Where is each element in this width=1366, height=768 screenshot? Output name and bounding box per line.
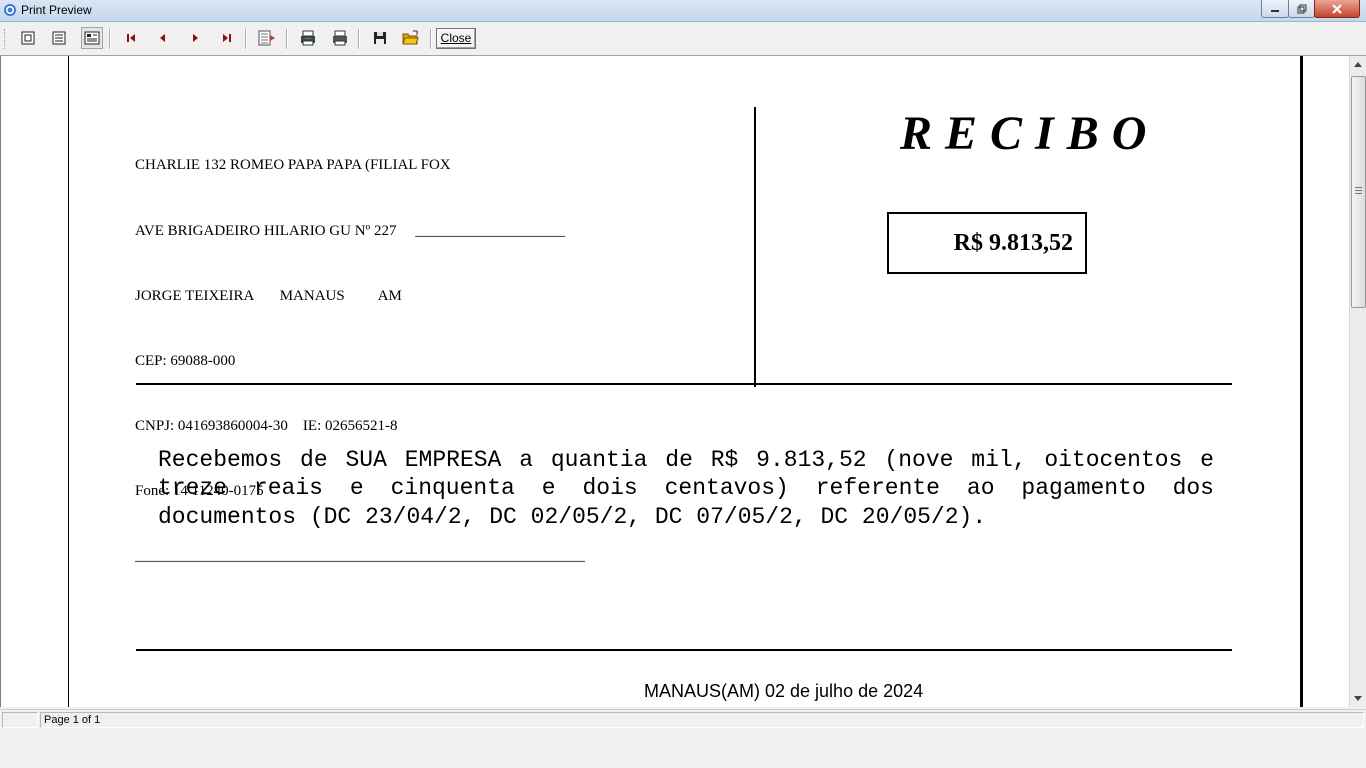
floppy-disk-icon <box>374 32 386 44</box>
open-folder-icon <box>402 30 419 45</box>
vertical-scrollbar[interactable] <box>1349 56 1366 707</box>
print-preview-app-icon <box>3 3 17 17</box>
first-page-icon <box>127 34 135 42</box>
scroll-up-button[interactable] <box>1350 56 1366 73</box>
company-cnpj-ie: CNPJ: 041693860004-30 IE: 02656521-8 <box>135 417 398 434</box>
previous-page-icon <box>160 34 165 42</box>
page-width-view-button[interactable] <box>48 27 70 49</box>
page-margin-left <box>1 56 69 707</box>
close-button[interactable]: Close <box>436 28 476 49</box>
title-bar: Print Preview <box>0 0 1366 22</box>
page-width-icon <box>52 31 66 45</box>
next-page-icon <box>193 34 198 42</box>
company-underline: ________________________________________… <box>135 547 585 564</box>
print-setup-button[interactable] <box>297 27 319 49</box>
printer-setup-icon <box>301 30 315 46</box>
save-button[interactable] <box>369 27 391 49</box>
first-page-button[interactable] <box>120 27 142 49</box>
close-window-button[interactable] <box>1314 0 1360 18</box>
body-divider-horizontal <box>136 649 1232 651</box>
last-page-button[interactable] <box>216 27 238 49</box>
goto-page-icon <box>258 30 275 46</box>
open-button[interactable] <box>400 27 422 49</box>
minimize-button[interactable] <box>1261 0 1289 18</box>
toolbar-grip[interactable] <box>4 29 7 49</box>
multi-page-icon <box>84 31 100 45</box>
minimize-icon <box>1271 9 1279 12</box>
restore-button[interactable] <box>1288 0 1315 18</box>
header-divider-horizontal <box>136 383 1232 385</box>
window-title: Print Preview <box>21 3 92 17</box>
next-page-button[interactable] <box>184 27 206 49</box>
status-bar: Page 1 of 1 <box>0 709 1366 730</box>
previous-page-button[interactable] <box>152 27 174 49</box>
company-name: CHARLIE 132 ROMEO PAPA PAPA (FILIAL FOX <box>135 157 451 174</box>
toolbar <box>0 22 1366 56</box>
scroll-down-icon <box>1354 696 1362 701</box>
one-page-view-button[interactable] <box>17 27 39 49</box>
header-divider-vertical <box>754 107 756 387</box>
receipt-body: Recebemos de SUA EMPRESA a quantia de R$… <box>158 447 1214 530</box>
restore-icon <box>1297 4 1306 13</box>
close-icon <box>1332 3 1342 14</box>
print-button[interactable] <box>329 27 351 49</box>
scroll-up-icon <box>1354 62 1362 67</box>
scroll-thumb[interactable] <box>1351 76 1366 308</box>
receipt-title: RECIBO <box>900 107 1160 160</box>
company-address: AVE BRIGADEIRO HILARIO GU Nº 227 _______… <box>135 222 566 239</box>
multiple-pages-view-button[interactable] <box>81 27 103 49</box>
scroll-down-button[interactable] <box>1350 690 1366 707</box>
printer-icon <box>333 30 347 46</box>
company-district-city: JORGE TEIXEIRA MANAUS AM <box>135 287 402 304</box>
status-cell-empty <box>2 712 38 728</box>
goto-page-button[interactable] <box>256 27 278 49</box>
receipt-amount: R$ 9.813,52 <box>887 212 1087 274</box>
last-page-icon <box>223 34 231 42</box>
company-cep: CEP: 69088-000 <box>135 352 236 369</box>
page-info: Page 1 of 1 <box>40 712 1364 728</box>
receipt-place-date: MANAUS(AM) 02 de julho de 2024 <box>644 681 924 701</box>
single-page-icon <box>21 31 35 45</box>
